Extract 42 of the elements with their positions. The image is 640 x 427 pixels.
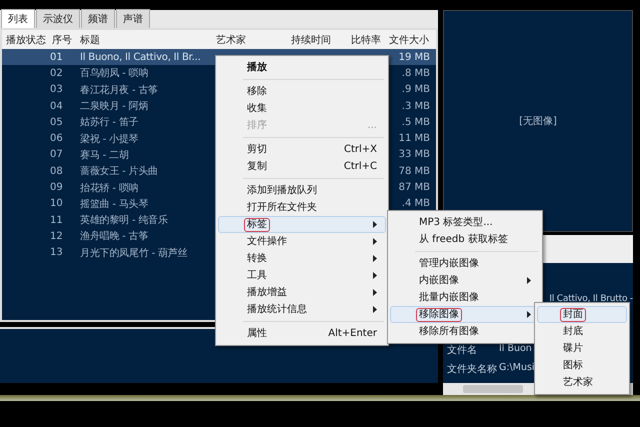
track-title: 姑苏行 - 笛子 — [79, 116, 140, 130]
file-size: 33 MB — [398, 149, 431, 160]
file-size: 11 MB — [398, 133, 431, 144]
file-size: .5 MB — [400, 116, 431, 128]
track-title: 百鸟朝凤 - 唢呐 — [79, 66, 150, 80]
info-value: G:\Musi — [499, 362, 535, 375]
file-size: .4 MB — [400, 198, 431, 210]
track-title: Il Buono, Il Cattivo, Il Br... — [79, 52, 202, 63]
track-title: 春江花月夜 - 古筝 — [79, 84, 159, 97]
track-number: 12 — [49, 230, 64, 242]
track-title: 月光下的凤尾竹 - 葫芦丝 — [79, 246, 188, 260]
track-number: 04 — [49, 100, 64, 112]
track-number: 02 — [49, 68, 64, 79]
no-image-label: [无图像] — [519, 115, 557, 128]
track-title: 英雄的黎明 - 纯音乐 — [79, 214, 169, 228]
track-number: 01 — [49, 52, 64, 63]
track-title: 渔舟唱晚 - 古筝 — [79, 230, 150, 244]
info-value: Il Buon — [499, 343, 532, 356]
info-label: 文件名 — [447, 344, 478, 357]
file-size: .3 MB — [400, 100, 431, 112]
track-number: 09 — [49, 182, 64, 194]
track-title: 蔷薇女王 - 片头曲 — [79, 164, 159, 178]
track-title: 赛马 - 二胡 — [79, 148, 130, 162]
info-value: Il Cattivo, Il Brutto - — [549, 294, 633, 304]
file-size: .8 MB — [400, 68, 431, 79]
file-size: .9 MB — [400, 84, 431, 96]
file-size: 87 MB — [398, 182, 431, 194]
track-number: 07 — [49, 149, 64, 160]
info-label: 文件夹名称 — [447, 362, 495, 376]
track-title: 摇篮曲 - 马头琴 — [79, 198, 150, 211]
track-number: 08 — [49, 166, 64, 177]
track-number: 10 — [49, 198, 64, 210]
track-number: 11 — [49, 214, 64, 226]
track-number: 13 — [49, 247, 64, 258]
file-size: 19 MB — [398, 52, 431, 63]
track-title: 梁祝 - 小提琴 — [79, 132, 140, 146]
track-number: 03 — [49, 84, 64, 96]
file-size: 78 MB — [398, 166, 431, 177]
track-title: 抬花轿 - 唢呐 — [79, 182, 140, 195]
track-number: 06 — [49, 133, 64, 144]
track-number: 05 — [49, 116, 64, 128]
track-title: 二泉映月 - 阿炳 — [79, 100, 150, 114]
